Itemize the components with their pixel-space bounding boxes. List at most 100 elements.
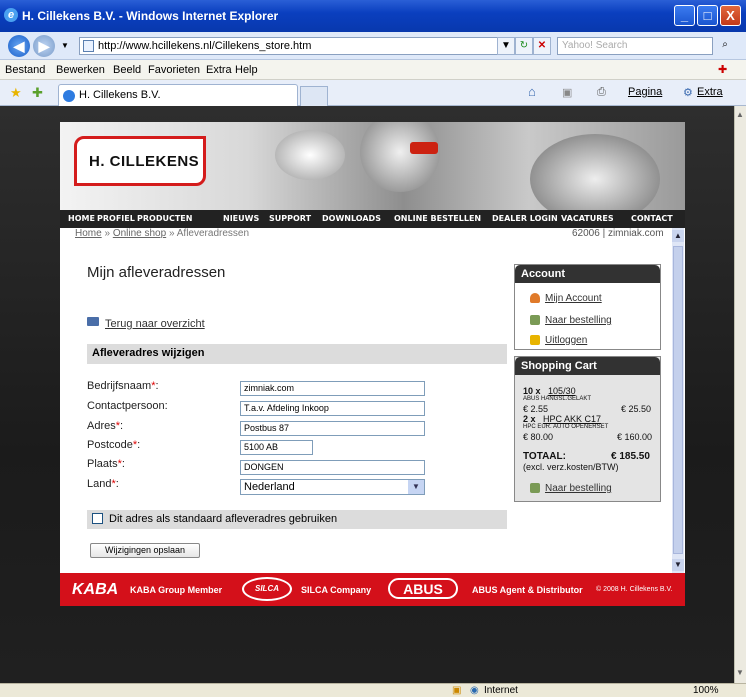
nav-downloads[interactable]: DOWNLOADS [322,214,381,223]
cart-item-desc: HPC EUR. AUTO OPENERSET [523,424,609,430]
extra-menu[interactable]: Extra [697,86,723,98]
silca-badge [410,142,438,154]
home-icon[interactable]: ⌂ [528,84,536,99]
menu-help[interactable]: Help [235,64,258,76]
security-icon: ▣ [452,685,462,696]
cart-item-qty: 10 x [523,386,541,396]
cillekens-logo[interactable]: H. CILLEKENS [74,136,206,186]
user-info: 62006 | zimniak.com [572,228,664,239]
cart-icon [530,315,540,325]
nav-profiel[interactable]: PROFIEL [97,214,135,223]
menu-bestand[interactable]: Bestand [5,64,45,76]
address-url: http://www.hcillekens.nl/Cillekens_store… [98,40,312,52]
land-select[interactable]: Nederland ▼ [240,479,425,495]
cart-item-code[interactable]: 105/30 [548,386,576,396]
abus-text: ABUS Agent & Distributor [472,585,583,595]
site-banner: H. CILLEKENS [60,122,685,210]
page-icon [83,40,94,52]
account-title: Account [515,265,660,283]
new-tab-button[interactable] [300,86,328,106]
page-title: Mijn afleveradressen [87,264,226,281]
menu-bewerken[interactable]: Bewerken [56,64,105,76]
scroll-up-icon[interactable]: ▲ [672,230,684,242]
silca-text: SILCA Company [301,585,372,595]
maximize-button[interactable]: □ [697,5,718,26]
menu-favorieten[interactable]: Favorieten [148,64,200,76]
feeds-icon[interactable]: ▣ [562,86,572,99]
adres-field[interactable]: Postbus 87 [240,421,425,436]
cart-icon [530,483,540,493]
shopping-cart-box: Shopping Cart 10 x 105/30 ABUS HANGSL.GE… [514,356,661,502]
kaba-logo: KABA [72,581,119,598]
favorites-star-icon[interactable]: ★ [10,85,22,101]
nav-producten[interactable]: PRODUCTEN [137,214,192,223]
tab-bar: ★ ✚ H. Cillekens B.V. ⌂ ▣ ⎙ Pagina ⚙ Ext… [0,80,746,106]
stop-icon[interactable]: ✕ [533,37,551,55]
label-plaats: Plaats*: [87,458,125,470]
label-bedrijfsnaam: Bedrijfsnaam*: [87,380,159,392]
print-icon[interactable]: ⎙ [597,86,606,99]
default-address-checkbox[interactable] [92,513,103,524]
content-scrollbar[interactable]: ▲ ▼ [672,228,684,573]
cart-item-total: € 25.50 [621,404,652,414]
minimize-button[interactable]: _ [674,5,695,26]
address-field[interactable]: http://www.hcillekens.nl/Cillekens_store… [79,37,511,55]
nav-online-bestellen[interactable]: ONLINE BESTELLEN [394,214,481,223]
scroll-up-icon[interactable]: ▲ [736,110,744,119]
plaats-field[interactable]: DONGEN [240,460,425,475]
menu-beeld[interactable]: Beeld [113,64,141,76]
back-icon[interactable]: ◀ [8,35,30,57]
contactpersoon-field[interactable]: T.a.v. Afdeling Inkoop [240,401,425,416]
site-footer: KABA KABA Group Member SILCA SILCA Compa… [60,573,685,606]
scroll-thumb[interactable] [673,246,683,554]
zone-label: Internet [484,685,518,696]
address-toolbar: ◀ ▶ ▼ http://www.hcillekens.nl/Cillekens… [0,32,746,60]
key-image [275,130,345,180]
nav-home[interactable]: HOME [68,214,95,223]
nav-contact[interactable]: CONTACT [631,214,673,223]
cart-item-unit: € 2.55 [523,404,549,414]
forward-icon[interactable]: ▶ [33,35,55,57]
label-contactpersoon: Contactpersoon: [87,400,168,412]
scroll-down-icon[interactable]: ▼ [672,559,684,571]
tab-cillekens[interactable]: H. Cillekens B.V. [58,84,298,106]
breadcrumb: Home » Online shop » Afleveradressen [75,228,250,239]
status-bar: ▣ ◉ Internet 100% [0,683,746,697]
nav-dealer-login[interactable]: DEALER LOGIN [492,214,558,223]
user-icon [530,293,540,303]
save-button[interactable]: Wijzigingen opslaan [90,543,200,558]
toolbar-options-icon[interactable]: ✚ [718,63,727,76]
menu-extra[interactable]: Extra [206,64,232,76]
default-address-row: Dit adres als standaard afleveradres geb… [87,510,507,529]
search-icon[interactable]: ⌕ [716,37,734,55]
section-title: Afleveradres wijzigen [87,344,507,364]
abus-logo: ABUS [388,578,458,599]
zoom-level[interactable]: 100% [693,685,719,696]
cart-total-value: € 185.50 [611,451,650,462]
add-favorite-icon[interactable]: ✚ [32,85,43,101]
tab-title: H. Cillekens B.V. [79,89,161,101]
window-title: H. Cillekens B.V. - Windows Internet Exp… [22,9,279,23]
nav-support[interactable]: SUPPORT [269,214,311,223]
chevron-down-icon[interactable]: ▼ [408,480,424,494]
page-menu[interactable]: Pagina [628,86,662,98]
menu-bar: Bestand Bewerken Beeld Favorieten Extra … [0,60,746,80]
nav-vacatures[interactable]: VACATURES [561,214,614,223]
account-box: Account Mijn Account Naar bestelling Uit… [514,264,661,350]
address-dropdown-icon[interactable]: ▼ [497,37,515,55]
scroll-down-icon[interactable]: ▼ [736,668,744,677]
page-scrollbar[interactable]: ▲ ▼ [734,106,746,683]
breadcrumb-shop[interactable]: Online shop [113,228,166,239]
key-image [530,134,660,210]
nav-nieuws[interactable]: NIEUWS [223,214,259,223]
search-input[interactable]: Yahoo! Search [557,37,713,55]
close-button[interactable]: X [720,5,741,26]
breadcrumb-home[interactable]: Home [75,228,102,239]
bedrijfsnaam-field[interactable]: zimniak.com [240,381,425,396]
refresh-icon[interactable]: ↻ [515,37,533,55]
ie-icon: e [4,8,18,22]
cart-item-code[interactable]: HPC AKK C17 [543,414,601,424]
postcode-field[interactable]: 5100 AB [240,440,313,455]
cart-item-desc: ABUS HANGSL.GELAKT [523,396,592,402]
history-dropdown-icon[interactable]: ▼ [61,41,69,50]
